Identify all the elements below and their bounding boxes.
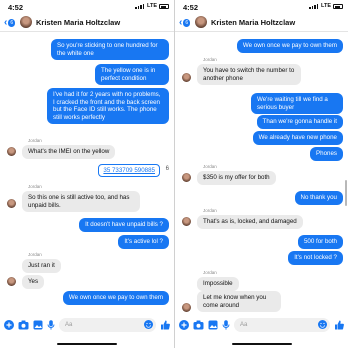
outgoing-message[interactable]: No thank you (294, 191, 343, 205)
imei-suffix: 6 (165, 166, 169, 172)
contact-avatar[interactable] (195, 16, 207, 28)
incoming-message[interactable]: That's as is, locked, and damaged (197, 215, 303, 229)
sender-name: Jordan (28, 184, 42, 189)
incoming-message[interactable]: Just ran it (22, 259, 61, 273)
sender-name: Jordan (203, 208, 217, 213)
back-button[interactable]: ‹ 6 (179, 17, 191, 28)
outgoing-message[interactable]: It's active lol ? (118, 235, 169, 249)
sender-name: Jordan (203, 270, 217, 275)
incoming-message[interactable]: You have to switch the number to another… (197, 64, 301, 86)
sender-avatar (7, 147, 16, 156)
message-input-placeholder: Aa (65, 322, 73, 328)
outgoing-message[interactable]: We're waiting till we find a serious buy… (251, 93, 343, 115)
message-list[interactable]: We own once we pay to own them Jordan Yo… (175, 33, 348, 313)
status-time: 4:52 (8, 3, 24, 12)
gallery-icon[interactable] (208, 320, 218, 330)
contact-name[interactable]: Kristen Maria Holtzclaw (36, 18, 120, 27)
message-input[interactable]: Aa (234, 318, 330, 332)
plus-icon[interactable] (179, 320, 189, 330)
back-button[interactable]: ‹ 6 (4, 17, 16, 28)
composer-bar: Aa (175, 314, 348, 336)
outgoing-message[interactable]: It's not locked ? (288, 251, 343, 265)
thumbs-up-icon[interactable] (160, 320, 170, 330)
sender-avatar (182, 73, 191, 82)
contact-name[interactable]: Kristen Maria Holtzclaw (211, 18, 295, 27)
chevron-left-icon: ‹ (179, 17, 183, 28)
outgoing-message[interactable]: Than we're gonna handle it (256, 115, 343, 129)
sender-avatar (182, 217, 191, 226)
conversation-header: ‹ 6 Kristen Maria Holtzclaw (0, 14, 174, 32)
thumbs-up-icon[interactable] (334, 320, 344, 330)
status-bar: 4:52 LTE (0, 0, 174, 14)
microphone-icon[interactable] (47, 320, 55, 330)
composer-bar: Aa (0, 314, 174, 336)
incoming-message[interactable]: $350 is my offer for both (197, 171, 276, 185)
home-indicator (57, 343, 117, 345)
incoming-message[interactable]: Let me know when you come around (197, 291, 281, 313)
imei-number-link[interactable]: 35 733709 590885 (98, 164, 160, 177)
sender-name: Jordan (203, 164, 217, 169)
emoji-icon[interactable] (144, 320, 153, 329)
scrollbar[interactable] (345, 180, 347, 206)
outgoing-message[interactable]: We already have new phone (252, 131, 343, 145)
incoming-message[interactable]: Yes (22, 275, 45, 289)
message-input-placeholder: Aa (240, 322, 248, 328)
sender-avatar (7, 199, 16, 208)
camera-icon[interactable] (18, 320, 29, 330)
outgoing-message[interactable]: We own once we pay to own them (62, 291, 169, 305)
home-indicator (231, 343, 292, 345)
network-label: LTE (321, 3, 331, 9)
status-time: 4:52 (183, 3, 199, 12)
gallery-icon[interactable] (33, 320, 43, 330)
outgoing-message[interactable]: Phones (310, 147, 343, 161)
outgoing-message[interactable]: 500 for both (297, 235, 343, 249)
sender-avatar (182, 303, 191, 312)
message-list[interactable]: So you're sticking to one hundred for th… (0, 33, 174, 313)
outgoing-message[interactable]: I've had it for 2 years with no problems… (47, 88, 169, 125)
sender-name: Jordan (28, 138, 42, 143)
signal-icon (309, 4, 318, 9)
outgoing-message[interactable]: It doesn't have unpaid bills ? (79, 218, 169, 232)
sender-avatar (7, 277, 16, 286)
status-bar: 4:52 LTE (175, 0, 348, 14)
signal-icon (135, 4, 144, 9)
contact-avatar[interactable] (20, 16, 32, 28)
outgoing-message[interactable]: We own once we pay to own them (236, 39, 343, 53)
sender-avatar (182, 173, 191, 182)
sender-name: Jordan (203, 57, 217, 62)
incoming-message[interactable]: What's the IMEI on the yellow (22, 145, 116, 159)
battery-icon (159, 4, 169, 9)
camera-icon[interactable] (193, 320, 204, 330)
outgoing-message[interactable]: The yellow one is in perfect condition (95, 64, 169, 86)
sender-name: Jordan (28, 252, 42, 257)
emoji-icon[interactable] (318, 320, 327, 329)
unread-count-badge: 6 (183, 19, 191, 27)
battery-icon (333, 4, 343, 9)
conversation-header: ‹ 6 Kristen Maria Holtzclaw (175, 14, 348, 32)
incoming-message[interactable]: So this one is still active too, and has… (22, 191, 140, 213)
message-input[interactable]: Aa (59, 318, 156, 332)
unread-count-badge: 6 (8, 19, 16, 27)
incoming-message[interactable]: Impossible (197, 277, 239, 291)
right-screenshot: 4:52 LTE ‹ 6 Kristen Maria Holtzclaw We … (175, 0, 348, 348)
microphone-icon[interactable] (222, 320, 230, 330)
network-label: LTE (147, 3, 157, 9)
chevron-left-icon: ‹ (4, 17, 8, 28)
left-screenshot: 4:52 LTE ‹ 6 Kristen Maria Holtzclaw So … (0, 0, 174, 348)
plus-icon[interactable] (4, 320, 14, 330)
outgoing-message[interactable]: So you're sticking to one hundred for th… (51, 39, 169, 61)
